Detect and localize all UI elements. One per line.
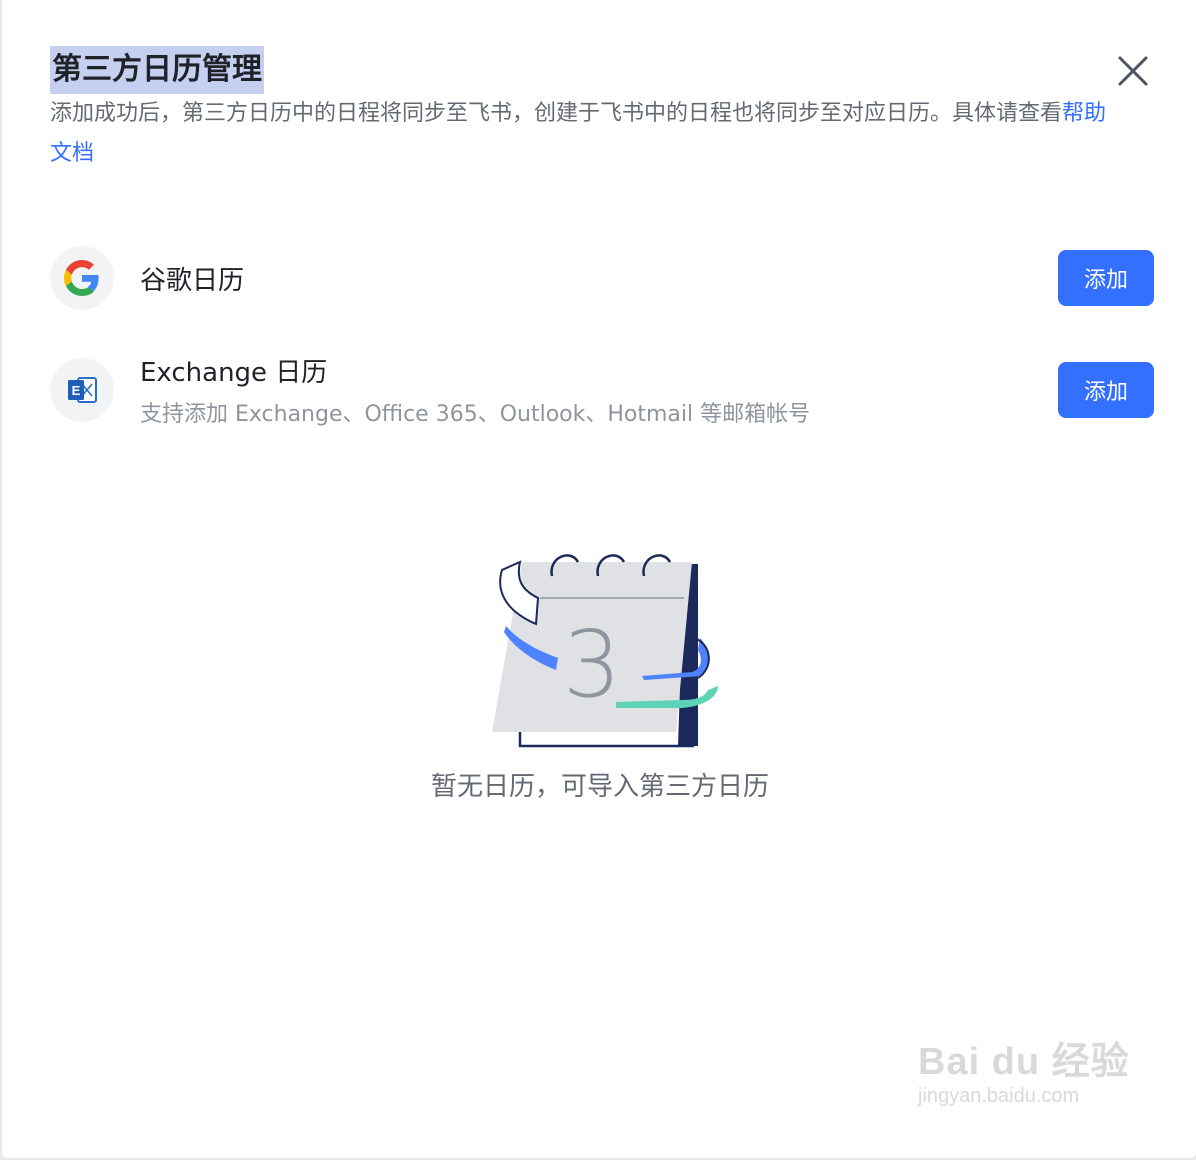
- calendar-number: 3: [563, 611, 622, 718]
- google-icon: [64, 260, 99, 296]
- dialog-title: 第三方日历管理: [50, 46, 264, 94]
- watermark-sub: jingyan.baidu.com: [918, 1085, 1080, 1107]
- google-calendar-icon-wrap: [50, 246, 114, 310]
- third-party-calendar-dialog: 第三方日历管理 添加成功后，第三方日历中的日程将同步至飞书，创建于飞书中的日程也…: [2, 0, 1196, 1158]
- exchange-calendar-subtitle: 支持添加 Exchange、Office 365、Outlook、Hotmail…: [140, 402, 811, 427]
- dialog-description: 添加成功后，第三方日历中的日程将同步至飞书，创建于飞书中的日程也将同步至对应日历…: [50, 94, 1110, 174]
- watermark-main: Bai du 经验: [918, 1041, 1130, 1083]
- exchange-calendar-icon-wrap: E: [50, 358, 114, 422]
- description-text: 添加成功后，第三方日历中的日程将同步至飞书，创建于飞书中的日程也将同步至对应日历…: [50, 101, 1063, 126]
- empty-state-text: 暂无日历，可导入第三方日历: [430, 772, 769, 802]
- calendar-illustration: 3: [492, 554, 718, 748]
- svg-text:E: E: [72, 383, 81, 398]
- add-exchange-calendar-button[interactable]: 添加: [1058, 362, 1154, 418]
- close-icon: [1118, 56, 1148, 86]
- google-calendar-title: 谷歌日历: [140, 266, 245, 296]
- baidu-watermark: Bai du 经验 jingyan.baidu.com: [918, 1030, 1130, 1108]
- exchange-icon: E: [68, 377, 97, 403]
- add-google-calendar-button[interactable]: 添加: [1058, 250, 1154, 306]
- close-button[interactable]: [1112, 50, 1154, 92]
- exchange-calendar-title: Exchange 日历: [140, 358, 328, 388]
